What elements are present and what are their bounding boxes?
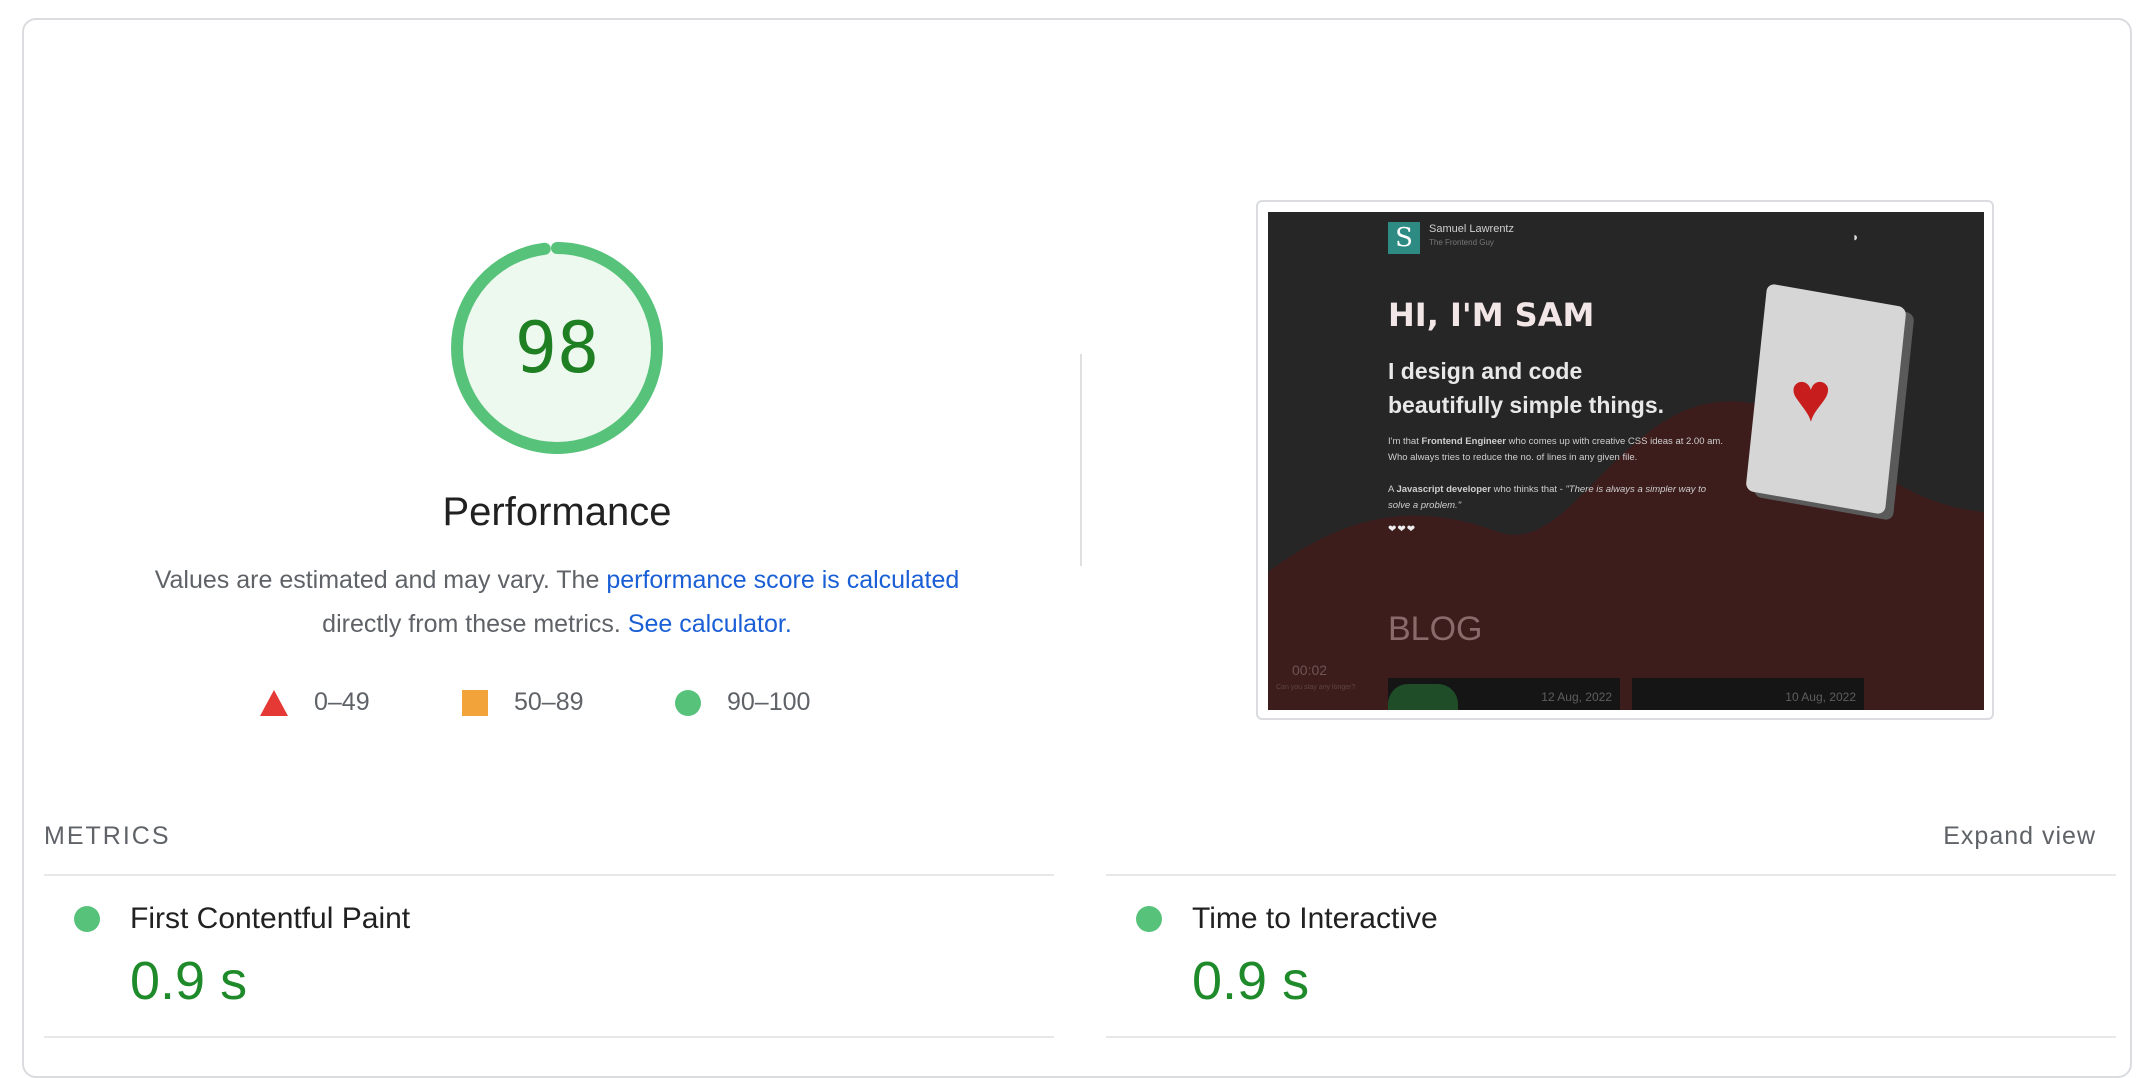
final-screenshot: S Samuel Lawrentz The Frontend Guy ◗ HI,… <box>1256 200 1994 720</box>
site-intro-paragraph: I'm that Frontend Engineer who comes up … <box>1388 434 1728 466</box>
metric-name: Time to Interactive <box>1192 902 1438 935</box>
legend-pass-label: 90–100 <box>727 688 811 716</box>
gauge-title: Performance <box>442 490 672 534</box>
performance-gauge: 98 <box>449 240 665 456</box>
metrics-divider-left-bottom <box>44 1036 1054 1038</box>
metrics-divider-right <box>1106 874 2116 876</box>
metric-value: 0.9 s <box>130 951 248 1011</box>
site-subheadline: I design and code beautifully simple thi… <box>1388 354 1664 422</box>
blog-post-card-1: 12 Aug, 2022 <box>1388 678 1620 710</box>
site-philosophy-paragraph: A Javascript developer who thinks that -… <box>1388 482 1728 514</box>
blog-heading: BLOG <box>1388 610 1483 648</box>
subheadline-line-2: beautifully simple things. <box>1388 392 1665 418</box>
performance-score: 98 <box>514 307 600 389</box>
screenshot-image: S Samuel Lawrentz The Frontend Guy ◗ HI,… <box>1268 212 1984 710</box>
legend-fail: 0–49 <box>260 688 370 717</box>
triangle-icon <box>260 689 288 716</box>
post-1-date: 12 Aug, 2022 <box>1541 690 1612 704</box>
post-2-date: 10 Aug, 2022 <box>1785 690 1856 704</box>
metrics-divider-right-bottom <box>1106 1036 2116 1038</box>
intro-bold: Frontend Engineer <box>1421 436 1506 447</box>
legend-average: 50–89 <box>462 688 584 717</box>
metric-value: 0.9 s <box>1192 951 1310 1011</box>
performance-card: 98 Performance Values are estimated and … <box>22 18 2132 1078</box>
circle-icon <box>675 689 701 716</box>
blog-post-card-2: 10 Aug, 2022 <box>1632 678 1864 710</box>
score-legend: 0–49 50–89 90–100 <box>24 688 1090 728</box>
timer: 00:02 <box>1292 662 1328 678</box>
legend-average-label: 50–89 <box>514 688 584 716</box>
site-headline: HI, I'M SAM <box>1388 296 1595 334</box>
description-text: Values are estimated and may vary. The <box>154 566 607 594</box>
pass-circle-icon <box>1136 906 1162 932</box>
vertical-divider <box>1080 354 1082 566</box>
pass-circle-icon <box>74 906 100 932</box>
timer-caption: Can you stay any longer? <box>1276 684 1356 691</box>
philosophy-text-2: who thinks that - <box>1490 484 1566 495</box>
site-name: Samuel Lawrentz <box>1429 223 1514 235</box>
site-tagline: The Frontend Guy <box>1429 238 1494 247</box>
score-description: Values are estimated and may vary. The p… <box>99 558 1015 646</box>
intro-text: I'm that <box>1388 436 1422 447</box>
see-calculator-link[interactable]: See calculator. <box>628 610 792 638</box>
rss-icon: ◗ <box>1852 230 1860 244</box>
post-thumbnail-1 <box>1388 684 1458 710</box>
square-icon <box>462 689 488 716</box>
score-calculation-link[interactable]: performance score is calculated <box>606 566 959 594</box>
description-text-2: directly from these metrics. <box>322 610 628 638</box>
subheadline-line-1: I design and code <box>1388 358 1583 384</box>
legend-pass: 90–100 <box>675 688 810 717</box>
metrics-divider-left <box>44 874 1054 876</box>
heart-icon: ♥ <box>1790 358 1832 436</box>
philosophy-bold: Javascript developer <box>1396 484 1491 495</box>
expand-view-button[interactable]: Expand view <box>1943 822 2096 851</box>
hearts: ❤❤❤ <box>1388 524 1417 535</box>
site-logo: S <box>1388 222 1420 254</box>
legend-fail-label: 0–49 <box>314 688 370 716</box>
metrics-title: METRICS <box>44 822 171 850</box>
metric-name: First Contentful Paint <box>130 902 411 935</box>
